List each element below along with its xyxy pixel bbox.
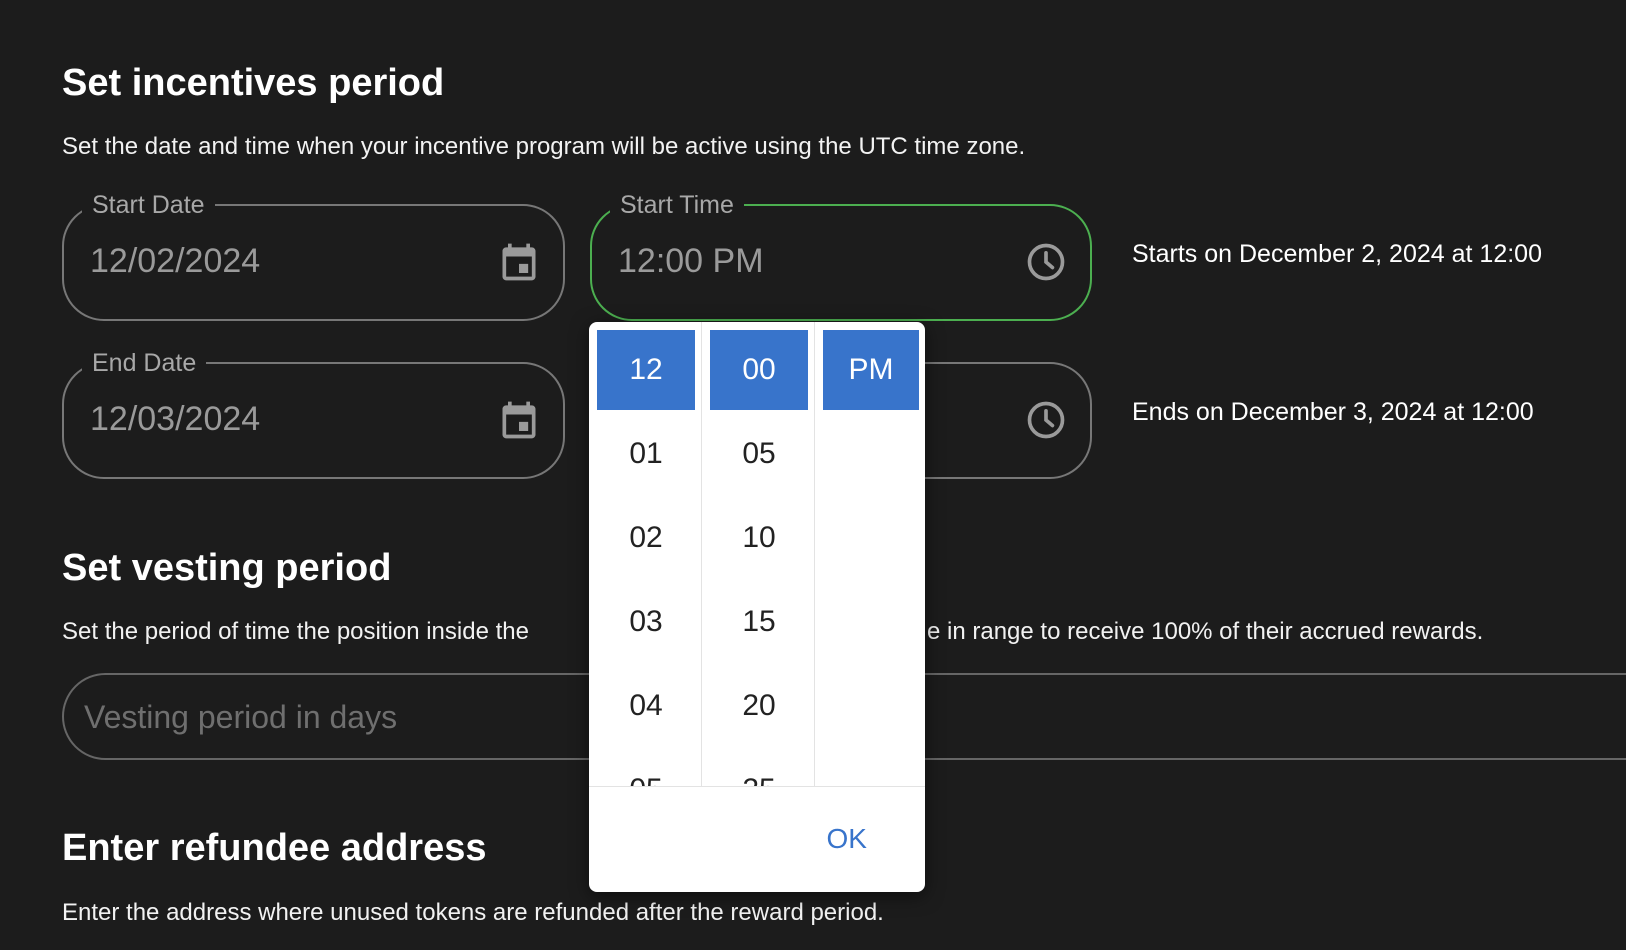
picker-footer: OK: [589, 786, 925, 892]
starts-summary: Starts on December 2, 2024 at 12:00: [1132, 240, 1542, 268]
hour-option[interactable]: 03: [597, 582, 695, 662]
minute-option[interactable]: 05: [710, 414, 808, 494]
incentives-description: Set the date and time when your incentiv…: [62, 133, 1026, 160]
incentives-heading: Set incentives period: [62, 62, 445, 104]
minute-column[interactable]: 00 05 10 15 20 25: [702, 322, 815, 786]
hour-column[interactable]: 12 01 02 03 04 05: [589, 322, 702, 786]
hour-option[interactable]: 04: [597, 666, 695, 746]
calendar-icon[interactable]: [497, 398, 541, 442]
start-date-field[interactable]: Start Date 12/02/2024: [62, 190, 565, 321]
end-date-field[interactable]: End Date 12/03/2024: [62, 348, 565, 479]
minute-option[interactable]: 15: [710, 582, 808, 662]
minute-option[interactable]: 20: [710, 666, 808, 746]
start-time-label: Start Time: [610, 190, 744, 220]
time-picker-popup: 12 01 02 03 04 05 00 05 10 15 20 25 PM O…: [589, 322, 925, 892]
ends-summary: Ends on December 3, 2024 at 12:00: [1132, 398, 1534, 426]
hour-option[interactable]: 05: [597, 750, 695, 786]
refundee-heading: Enter refundee address: [62, 827, 487, 869]
minute-option[interactable]: 10: [710, 498, 808, 578]
minute-option[interactable]: 25: [710, 750, 808, 786]
start-time-value: 12:00 PM: [618, 242, 764, 280]
refundee-description: Enter the address where unused tokens ar…: [62, 899, 884, 926]
end-date-value: 12/03/2024: [90, 400, 261, 438]
vesting-description-right: e in range to receive 100% of their accr…: [927, 618, 1484, 645]
start-date-label: Start Date: [82, 190, 215, 220]
calendar-icon[interactable]: [497, 240, 541, 284]
hour-option[interactable]: 02: [597, 498, 695, 578]
end-date-label: End Date: [82, 348, 207, 378]
clock-icon[interactable]: [1024, 398, 1068, 442]
hour-option[interactable]: 01: [597, 414, 695, 494]
ok-button[interactable]: OK: [827, 823, 867, 855]
start-date-value: 12/02/2024: [90, 242, 261, 280]
hour-option[interactable]: 12: [597, 330, 695, 410]
minute-option[interactable]: 00: [710, 330, 808, 410]
start-time-field[interactable]: Start Time 12:00 PM: [590, 190, 1092, 321]
ampm-option[interactable]: PM: [823, 330, 919, 410]
ampm-column[interactable]: PM: [815, 322, 925, 786]
vesting-heading: Set vesting period: [62, 547, 392, 589]
clock-icon[interactable]: [1024, 240, 1068, 284]
vesting-period-placeholder: Vesting period in days: [84, 699, 398, 735]
vesting-description-left: Set the period of time the position insi…: [62, 618, 529, 645]
